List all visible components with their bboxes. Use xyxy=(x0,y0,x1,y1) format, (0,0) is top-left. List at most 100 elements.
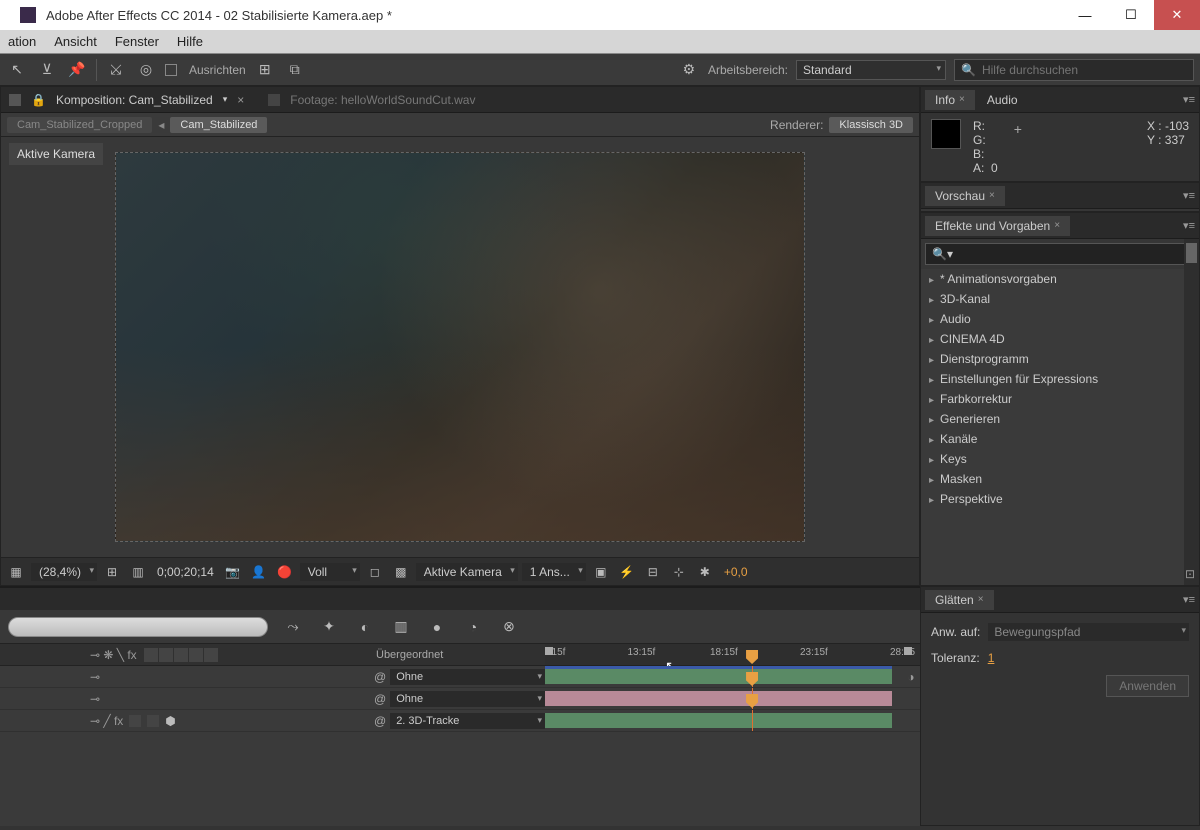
grid-icon[interactable]: ▦ xyxy=(5,562,27,582)
timeline-icon[interactable]: ⊟ xyxy=(642,562,664,582)
apply-to-dropdown[interactable]: Bewegungspfad xyxy=(988,623,1189,641)
tool-snap-3d-icon[interactable]: ⧉ xyxy=(284,59,306,81)
tab-info[interactable]: Info× xyxy=(925,90,975,110)
timeline-layers[interactable]: ⊸ @Ohne ◑ ⊸ @Ohne ⊸ ╱ fx⬢ @2. 3D-Tracke xyxy=(0,666,920,826)
safe-zones-icon[interactable]: ⊞ xyxy=(101,562,123,582)
tool-axis-icon[interactable]: ⤩ xyxy=(105,59,127,81)
effects-category[interactable]: 3D-Kanal xyxy=(921,289,1199,309)
effects-category[interactable]: Generieren xyxy=(921,409,1199,429)
roi-icon[interactable]: ◻ xyxy=(364,562,386,582)
crumb-stabilized[interactable]: Cam_Stabilized xyxy=(170,117,267,133)
renderer-dropdown[interactable]: Klassisch 3D xyxy=(829,117,913,133)
layer-row[interactable]: ⊸ ╱ fx⬢ @2. 3D-Tracke xyxy=(0,710,920,732)
arbeitsbereich-label: Arbeitsbereich: xyxy=(708,63,788,77)
help-search-input[interactable] xyxy=(982,63,1187,77)
effects-category[interactable]: Kanäle xyxy=(921,429,1199,449)
footage-active-icon[interactable] xyxy=(268,94,280,106)
transparency-icon[interactable]: ▩ xyxy=(390,562,412,582)
fast-preview-icon[interactable]: ⚡ xyxy=(616,562,638,582)
effects-category[interactable]: Masken xyxy=(921,469,1199,489)
tool-snap-icon[interactable]: ⊞ xyxy=(254,59,276,81)
exposure-value[interactable]: +0,0 xyxy=(720,565,752,579)
tab-effects[interactable]: Effekte und Vorgaben× xyxy=(925,216,1070,236)
effects-category[interactable]: Farbkorrektur xyxy=(921,389,1199,409)
comp-tab-close[interactable]: × xyxy=(237,93,244,107)
snapshot-icon[interactable]: 📷 xyxy=(222,562,244,582)
workspace-dropdown[interactable]: Standard xyxy=(796,60,946,80)
timecode-display[interactable]: 0;00;20;14 xyxy=(153,565,218,579)
frame-blend-icon[interactable]: ◐ xyxy=(354,616,376,638)
shy-icon[interactable]: ⤳ xyxy=(282,616,304,638)
color-icon[interactable]: 🔴 xyxy=(274,562,296,582)
panel-resize-icon[interactable]: ⊡ xyxy=(1185,567,1195,581)
viewer-area[interactable]: Aktive Kamera xyxy=(1,137,919,557)
scrollbar[interactable] xyxy=(1184,239,1199,585)
comp-active-icon[interactable] xyxy=(9,94,21,106)
search-icon[interactable]: ⚙ xyxy=(678,59,700,81)
tool-rotobrush-icon[interactable]: ⊻ xyxy=(36,59,58,81)
smooth-panel: Glätten× ▾≡ Anw. auf: Bewegungspfad Tole… xyxy=(920,586,1200,826)
effects-category[interactable]: Einstellungen für Expressions xyxy=(921,369,1199,389)
marker-icon[interactable]: ◑ xyxy=(902,670,920,684)
layer-row[interactable]: ⊸ @Ohne ◑ xyxy=(0,666,920,688)
motion-blur-icon[interactable]: ▥ xyxy=(390,616,412,638)
comp-tab[interactable]: Komposition: Cam_Stabilized xyxy=(56,93,213,107)
footage-tab[interactable]: Footage: helloWorldSoundCut.wav xyxy=(290,93,475,107)
parent-dropdown[interactable]: Ohne xyxy=(390,691,545,707)
effects-category[interactable]: Keys xyxy=(921,449,1199,469)
pickwhip-icon[interactable]: @ xyxy=(374,670,386,684)
effects-list[interactable]: * Animationsvorgaben3D-KanalAudioCINEMA … xyxy=(921,269,1199,585)
resolution-dropdown[interactable]: Voll xyxy=(300,563,360,581)
mask-icon[interactable]: ▥ xyxy=(127,562,149,582)
time-ruler[interactable]: :15f 13:15f 18:15f 23:15f 28:15 ↖ xyxy=(545,644,920,665)
effects-category[interactable]: Perspektive xyxy=(921,489,1199,509)
help-search[interactable]: 🔍 xyxy=(954,59,1194,81)
panel-menu-icon[interactable]: ▾≡ xyxy=(1183,189,1195,202)
crumb-cropped[interactable]: Cam_Stabilized_Cropped xyxy=(7,117,152,133)
panel-menu-icon[interactable]: ▾≡ xyxy=(1183,593,1195,606)
tab-glaetten[interactable]: Glätten× xyxy=(925,590,994,610)
aperture-icon[interactable]: ⊗ xyxy=(498,616,520,638)
tool-arrow-icon[interactable]: ↖ xyxy=(6,59,28,81)
maximize-button[interactable]: ☐ xyxy=(1108,0,1154,30)
close-button[interactable]: ✕ xyxy=(1154,0,1200,30)
pickwhip-icon[interactable]: @ xyxy=(374,714,386,728)
px-aspect-icon[interactable]: ▣ xyxy=(590,562,612,582)
view-dropdown[interactable]: Aktive Kamera xyxy=(416,563,518,581)
ausrichten-checkbox[interactable] xyxy=(165,63,181,77)
tool-pin-icon[interactable]: 📌 xyxy=(66,59,88,81)
menu-help[interactable]: Hilfe xyxy=(177,34,203,49)
apply-button[interactable]: Anwenden xyxy=(1106,675,1189,697)
scroll-thumb[interactable] xyxy=(1186,243,1197,263)
flowchart-icon[interactable]: ⊹ xyxy=(668,562,690,582)
search-field[interactable] xyxy=(8,617,268,637)
tool-anchor-icon[interactable]: ◎ xyxy=(135,59,157,81)
channel-icon[interactable]: 👤 xyxy=(248,562,270,582)
panel-menu-icon[interactable]: ▾≡ xyxy=(1183,93,1195,106)
minimize-button[interactable]: — xyxy=(1062,0,1108,30)
star-icon[interactable]: ✦ xyxy=(318,616,340,638)
tolerance-value[interactable]: 1 xyxy=(988,651,995,665)
menu-animation[interactable]: ation xyxy=(8,34,36,49)
parent-dropdown[interactable]: Ohne xyxy=(390,669,545,685)
brain-icon[interactable]: ● xyxy=(426,616,448,638)
tab-vorschau[interactable]: Vorschau× xyxy=(925,186,1005,206)
effects-category[interactable]: Dienstprogramm xyxy=(921,349,1199,369)
graph-icon[interactable]: ◔ xyxy=(462,616,484,638)
exposure-reset-icon[interactable]: ✱ xyxy=(694,562,716,582)
effects-search[interactable]: 🔍▾ xyxy=(925,243,1195,265)
right-panels-top: Info× Audio ▾≡ R:G:B: A: 0 + X : -103 Y … xyxy=(920,86,1200,586)
effects-category[interactable]: * Animationsvorgaben xyxy=(921,269,1199,289)
views-count-dropdown[interactable]: 1 Ans... xyxy=(522,563,586,581)
effects-category[interactable]: CINEMA 4D xyxy=(921,329,1199,349)
video-preview[interactable] xyxy=(115,152,805,542)
zoom-dropdown[interactable]: (28,4%) xyxy=(31,563,97,581)
pickwhip-icon[interactable]: @ xyxy=(374,692,386,706)
menu-window[interactable]: Fenster xyxy=(115,34,159,49)
menu-view[interactable]: Ansicht xyxy=(54,34,97,49)
effects-category[interactable]: Audio xyxy=(921,309,1199,329)
parent-dropdown[interactable]: 2. 3D-Tracke xyxy=(390,713,545,729)
panel-menu-icon[interactable]: ▾≡ xyxy=(1183,219,1195,232)
layer-row[interactable]: ⊸ @Ohne xyxy=(0,688,920,710)
tab-audio[interactable]: Audio xyxy=(977,90,1028,110)
